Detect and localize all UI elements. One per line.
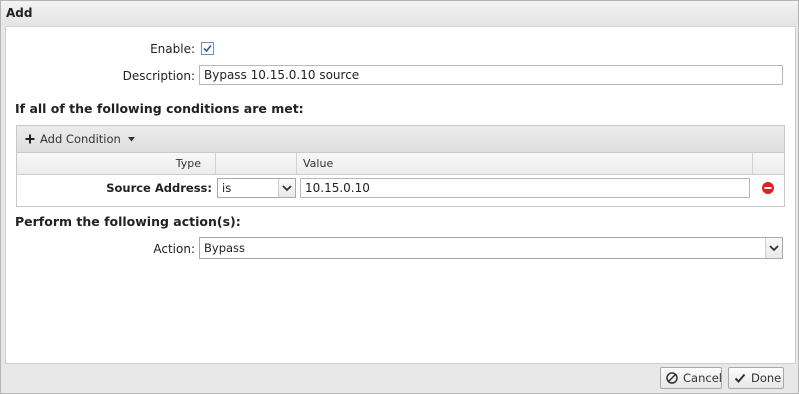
column-header-type: Type bbox=[17, 153, 216, 174]
column-header-value: Value bbox=[297, 153, 753, 174]
enable-label: Enable: bbox=[150, 42, 195, 56]
column-header-operator bbox=[216, 153, 297, 174]
done-label: Done bbox=[751, 371, 782, 385]
remove-condition-icon[interactable] bbox=[762, 182, 774, 194]
done-button[interactable]: Done bbox=[728, 367, 784, 389]
grid-toolbar: Add Condition bbox=[17, 126, 784, 153]
table-row: Source Address: is 10.15.0.10 bbox=[17, 175, 784, 201]
plus-icon bbox=[25, 134, 35, 144]
dialog-body: Enable: Description: Bypass 10.15.0.10 s… bbox=[5, 26, 796, 364]
cancel-label: Cancel bbox=[683, 371, 722, 385]
actions-heading: Perform the following action(s): bbox=[15, 214, 241, 229]
add-dialog: Add Enable: Description: Bypass 10.15.0.… bbox=[0, 0, 799, 394]
dialog-title: Add bbox=[1, 1, 798, 25]
cancel-button[interactable]: Cancel bbox=[660, 367, 722, 389]
condition-type-cell: Source Address: bbox=[106, 181, 212, 195]
condition-value-input[interactable]: 10.15.0.10 bbox=[300, 178, 750, 198]
description-label: Description: bbox=[122, 69, 195, 83]
conditions-heading: If all of the following conditions are m… bbox=[15, 101, 304, 116]
action-value: Bypass bbox=[204, 241, 246, 255]
action-select[interactable]: Bypass bbox=[199, 237, 783, 259]
cancel-icon bbox=[666, 372, 678, 384]
checkmark-icon bbox=[734, 373, 746, 383]
operator-value: is bbox=[222, 181, 232, 195]
chevron-down-icon bbox=[278, 179, 295, 197]
grid-header: Type Value bbox=[17, 153, 784, 175]
add-condition-label: Add Condition bbox=[40, 132, 121, 146]
operator-select[interactable]: is bbox=[217, 178, 296, 198]
caret-down-icon bbox=[128, 137, 136, 142]
chevron-down-icon bbox=[765, 238, 782, 258]
column-header-remove bbox=[753, 153, 784, 174]
conditions-grid: Add Condition Type Value Source Address:… bbox=[16, 125, 785, 207]
check-icon bbox=[203, 44, 212, 53]
add-condition-button[interactable]: Add Condition bbox=[25, 131, 136, 147]
dialog-footer: Cancel Done bbox=[1, 363, 798, 393]
enable-checkbox[interactable] bbox=[201, 42, 214, 55]
action-label: Action: bbox=[153, 242, 195, 256]
description-input[interactable]: Bypass 10.15.0.10 source bbox=[199, 65, 783, 85]
